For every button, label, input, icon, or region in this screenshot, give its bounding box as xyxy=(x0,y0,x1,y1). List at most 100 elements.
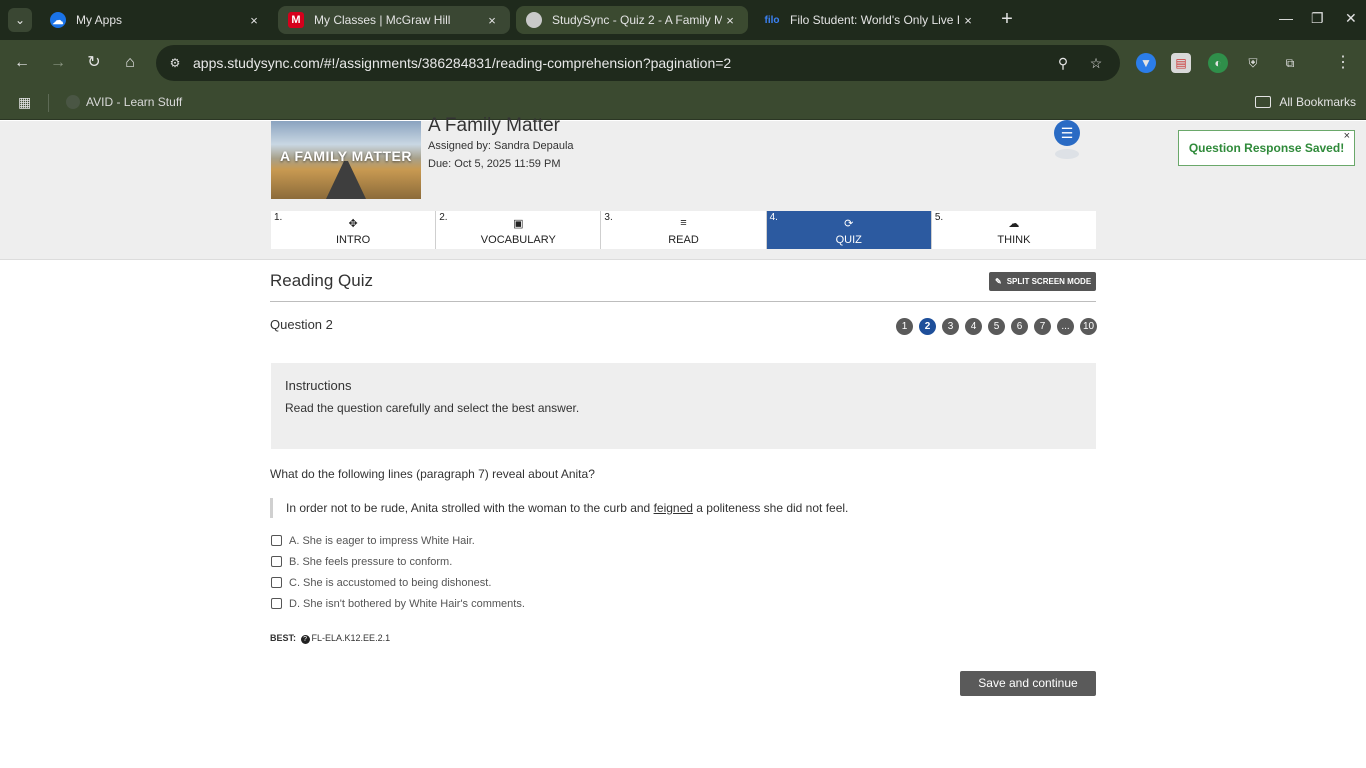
checkbox[interactable] xyxy=(271,577,282,588)
read-icon: ≡ xyxy=(680,217,687,229)
zoom-icon[interactable]: ⚲ xyxy=(1054,54,1072,72)
browser-tab-filo[interactable]: filo Filo Student: World's Only Live Ins… xyxy=(754,6,986,34)
answer-choice-c[interactable]: C. She is accustomed to being dishonest. xyxy=(271,572,525,593)
page-button-current[interactable]: 2 xyxy=(919,318,936,335)
extension-guard-icon[interactable]: ⛨ xyxy=(1243,53,1263,73)
tab-search-chevron-icon[interactable]: ⌄ xyxy=(8,8,32,32)
tab-title: My Apps xyxy=(76,13,123,27)
step-label: VOCABULARY xyxy=(480,234,556,246)
answer-choices: A. She is eager to impress White Hair. B… xyxy=(271,530,525,614)
standard-code: FL-ELA.K12.EE.2.1 xyxy=(311,633,391,643)
page-button[interactable]: 1 xyxy=(896,318,913,335)
best-label: BEST: xyxy=(270,633,297,643)
answer-choice-d[interactable]: D. She isn't bothered by White Hair's co… xyxy=(271,593,525,614)
assignment-title: A Family Matter xyxy=(428,115,560,136)
step-label: THINK xyxy=(997,234,1031,246)
reload-icon[interactable]: ↻ xyxy=(82,51,106,75)
choice-label[interactable]: D. She isn't bothered by White Hair's co… xyxy=(289,598,525,610)
think-icon: ☁ xyxy=(1008,218,1020,230)
onedrive-icon: ☁ xyxy=(50,12,66,28)
choice-label[interactable]: C. She is accustomed to being dishonest. xyxy=(289,577,491,589)
home-icon[interactable]: ⌂ xyxy=(118,51,142,75)
extension-lp-icon[interactable]: ◐ xyxy=(1208,53,1228,73)
choice-label[interactable]: A. She is eager to impress White Hair. xyxy=(289,535,475,547)
bookmark-label: AVID - Learn Stuff xyxy=(86,95,183,109)
close-tab-icon[interactable]: × xyxy=(722,13,738,28)
close-tab-icon[interactable]: × xyxy=(960,13,976,28)
browser-tab-strip: ⌄ ☁ My Apps × M My Classes | McGraw Hill… xyxy=(0,0,1366,40)
vocabulary-icon: ▣ xyxy=(513,218,524,230)
studysync-icon xyxy=(526,12,542,28)
step-quiz[interactable]: 4. ⟳ QUIZ xyxy=(766,211,932,249)
split-screen-button[interactable]: ✎ SPLIT SCREEN MODE xyxy=(989,272,1096,291)
browser-tab-my-apps[interactable]: ☁ My Apps × xyxy=(40,6,272,34)
apps-grid-icon[interactable]: ▦ xyxy=(18,94,31,111)
menu-shadow xyxy=(1055,149,1079,159)
page-button[interactable]: 5 xyxy=(988,318,1005,335)
studysync-page: A FAMILY MATTER A Family Matter Assigned… xyxy=(0,115,1366,768)
cover-road xyxy=(326,161,366,199)
close-notification-icon[interactable]: × xyxy=(1344,119,1350,153)
due-date: Due: Oct 5, 2025 11:59 PM xyxy=(428,158,561,170)
question-pager: 1 2 3 4 5 6 7 ... 10 xyxy=(896,318,1097,335)
step-label: INTRO xyxy=(335,234,371,246)
tab-title: Filo Student: World's Only Live Instant … xyxy=(790,13,960,27)
new-tab-button[interactable]: + xyxy=(996,9,1018,31)
save-and-continue-button[interactable]: Save and continue xyxy=(960,671,1096,696)
folder-icon xyxy=(1255,96,1272,108)
cover-title: A FAMILY MATTER xyxy=(280,148,412,164)
page-ellipsis[interactable]: ... xyxy=(1057,318,1074,335)
bookmark-avid[interactable]: AVID - Learn Stuff xyxy=(66,95,182,109)
browser-menu-icon[interactable]: ⋮ xyxy=(1333,53,1353,73)
address-bar[interactable]: ⚙ apps.studysync.com/#!/assignments/3862… xyxy=(156,45,1120,81)
menu-icon[interactable]: ☰ xyxy=(1054,120,1080,146)
forward-icon[interactable]: → xyxy=(46,51,70,75)
answer-choice-b[interactable]: B. She feels pressure to conform. xyxy=(271,551,525,572)
page-button[interactable]: 3 xyxy=(942,318,959,335)
step-label: QUIZ xyxy=(835,234,862,246)
browser-tab-mcgraw-hill[interactable]: M My Classes | McGraw Hill × xyxy=(278,6,510,34)
step-think[interactable]: 5. ☁ THINK xyxy=(931,211,1097,249)
page-button[interactable]: 10 xyxy=(1080,318,1097,335)
page-button[interactable]: 6 xyxy=(1011,318,1028,335)
bookmark-favicon-icon xyxy=(66,95,80,109)
step-intro[interactable]: 1. ✥ INTRO xyxy=(271,211,437,249)
pencil-icon: ✎ xyxy=(995,277,1002,286)
close-window-icon[interactable]: ✕ xyxy=(1345,10,1357,27)
best-standard: BEST: ? FL-ELA.K12.EE.2.1 xyxy=(270,633,390,644)
answer-choice-a[interactable]: A. She is eager to impress White Hair. xyxy=(271,530,525,551)
page-button[interactable]: 7 xyxy=(1034,318,1051,335)
assignment-steps: 1. ✥ INTRO 2. ▣ VOCABULARY 3. ≡ READ 4. … xyxy=(271,211,1097,249)
close-tab-icon[interactable]: × xyxy=(484,13,500,28)
intro-icon: ✥ xyxy=(348,218,358,230)
bookmark-star-icon[interactable]: ☆ xyxy=(1087,54,1105,72)
step-read[interactable]: 3. ≡ READ xyxy=(601,211,767,249)
url-text[interactable]: apps.studysync.com/#!/assignments/386284… xyxy=(193,55,731,71)
back-icon[interactable]: ← xyxy=(10,51,34,75)
restore-icon[interactable]: ❐ xyxy=(1311,10,1324,27)
step-vocabulary[interactable]: 2. ▣ VOCABULARY xyxy=(436,211,602,249)
vocabulary-word[interactable]: feigned xyxy=(654,501,693,515)
filo-icon: filo xyxy=(764,14,780,26)
page-button[interactable]: 4 xyxy=(965,318,982,335)
extension-print-icon[interactable]: ▤ xyxy=(1171,53,1191,73)
bookmarks-divider xyxy=(48,94,49,112)
close-tab-icon[interactable]: × xyxy=(246,13,262,28)
choice-label[interactable]: B. She feels pressure to conform. xyxy=(289,556,452,568)
question-mark-icon[interactable]: ? xyxy=(300,635,310,644)
question-number: Question 2 xyxy=(270,317,333,332)
bookmarks-bar: ▦ AVID - Learn Stuff All Bookmarks xyxy=(0,86,1366,120)
split-screen-label: SPLIT SCREEN MODE xyxy=(1006,277,1092,286)
extensions-puzzle-icon[interactable]: ⧉ xyxy=(1280,53,1300,73)
site-info-icon[interactable]: ⚙ xyxy=(166,54,184,72)
checkbox[interactable] xyxy=(271,598,282,609)
checkbox[interactable] xyxy=(271,535,282,546)
minimize-icon[interactable]: — xyxy=(1279,10,1293,26)
tab-title: My Classes | McGraw Hill xyxy=(314,13,451,27)
checkbox[interactable] xyxy=(271,556,282,567)
quote-text: a politeness she did not feel. xyxy=(692,501,849,515)
extension-shield-icon[interactable]: ▼ xyxy=(1136,53,1156,73)
all-bookmarks-button[interactable]: All Bookmarks xyxy=(1255,95,1356,109)
browser-tab-studysync[interactable]: StudySync - Quiz 2 - A Family Matter × xyxy=(516,6,748,34)
step-label: READ xyxy=(668,234,699,246)
